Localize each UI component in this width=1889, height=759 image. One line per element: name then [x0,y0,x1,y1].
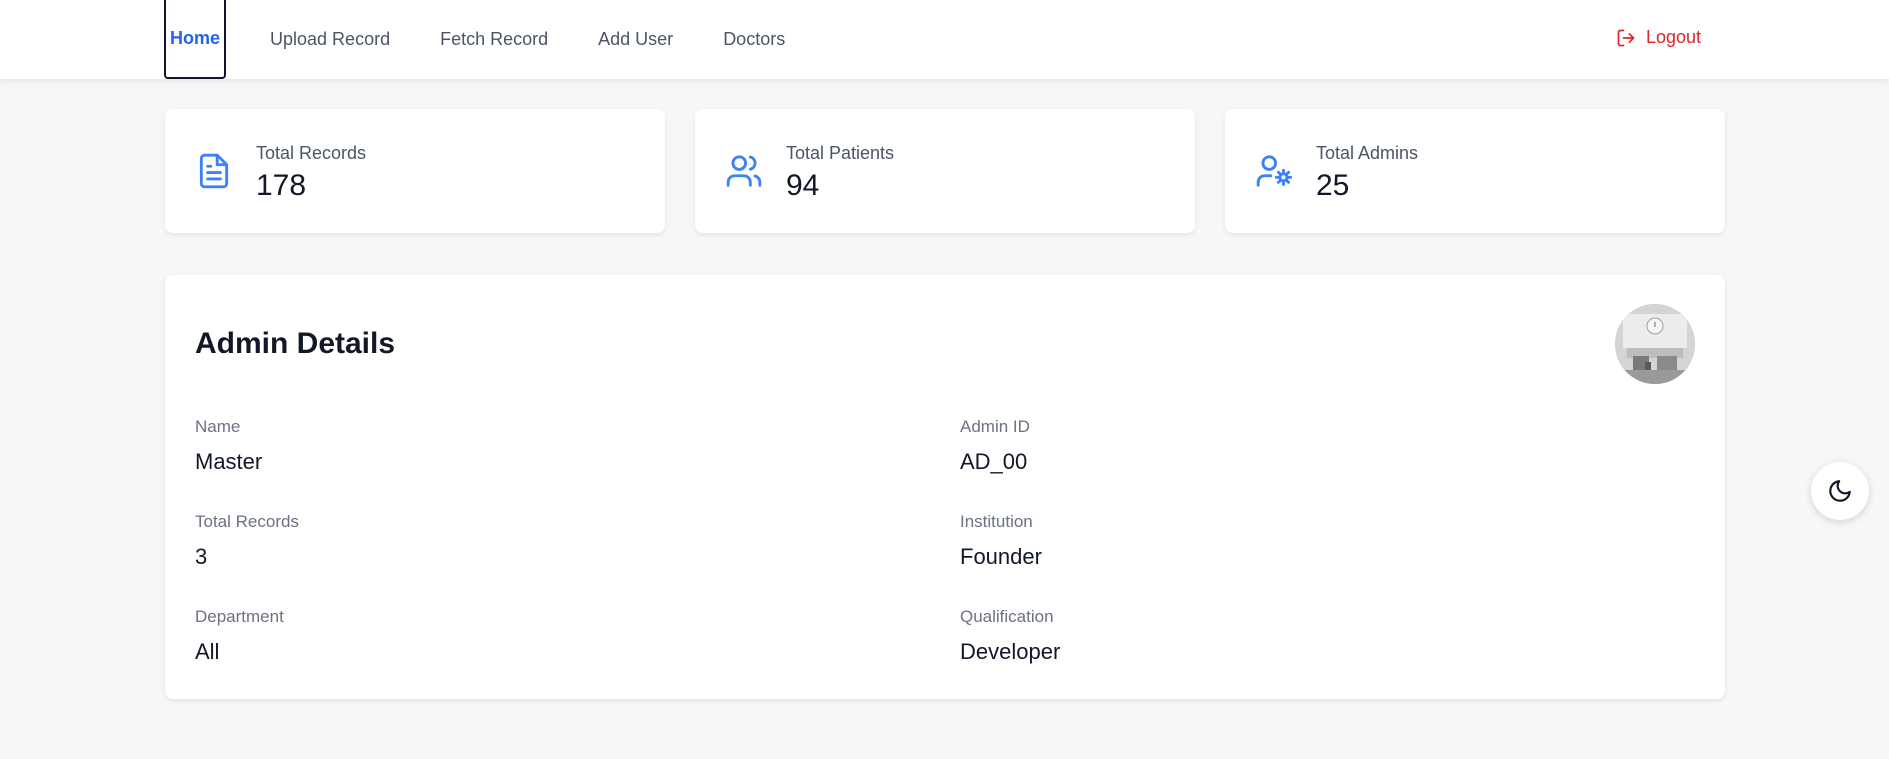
field-institution: Institution Founder [960,512,1042,570]
field-label: Qualification [960,607,1054,626]
theme-toggle-button[interactable] [1811,462,1869,520]
stat-label: Total Admins [1316,143,1419,163]
field-value: 3 [195,544,208,569]
logout-label: Logout [1646,27,1702,47]
top-navbar: Home Upload Record Fetch Record Add User… [0,0,1889,79]
field-qualification: Qualification Developer [960,607,1060,665]
stat-card-total-records: Total Records 178 [165,109,665,233]
field-value: Master [195,449,263,474]
stat-value: 178 [256,169,307,202]
stat-value: 94 [786,169,820,202]
nav-fetch-record[interactable]: Fetch Record [434,0,554,79]
stat-card-total-patients: Total Patients 94 [695,109,1195,233]
field-value: AD_00 [960,449,1028,474]
nav-doctors[interactable]: Doctors [717,0,791,79]
nav-upload-record[interactable]: Upload Record [264,0,396,79]
field-value: All [195,639,220,664]
main-nav: Home Upload Record Fetch Record Add User… [164,0,829,79]
avatar-photo [1615,304,1695,384]
avatar[interactable] [1615,304,1695,384]
user-cog-icon [1256,155,1293,187]
field-admin-id: Admin ID AD_00 [960,417,1030,475]
field-value: Founder [960,544,1042,569]
admin-details-card: Admin Details Name Master Admin ID AD_00… [165,275,1725,699]
moon-icon [1829,480,1851,502]
stat-card-total-admins: Total Admins 25 [1225,109,1725,233]
nav-home[interactable]: Home [164,0,227,79]
field-value: Developer [960,639,1061,664]
logout-button[interactable]: Logout [1616,27,1701,48]
field-label: Admin ID [960,417,1030,436]
users-icon [726,155,762,187]
field-total-records: Total Records 3 [195,512,299,570]
stat-label: Total Patients [786,143,895,163]
field-label: Department [195,607,284,626]
field-name: Name Master [195,417,262,475]
nav-add-user[interactable]: Add User [592,0,679,79]
stat-value: 25 [1316,169,1350,202]
field-label: Total Records [195,512,299,531]
document-icon [199,153,229,189]
logout-icon [1617,29,1635,46]
field-department: Department All [195,607,284,665]
field-label: Name [195,417,241,436]
field-label: Institution [960,512,1033,531]
stat-label: Total Records [256,143,367,163]
admin-details-title: Admin Details [195,327,396,360]
